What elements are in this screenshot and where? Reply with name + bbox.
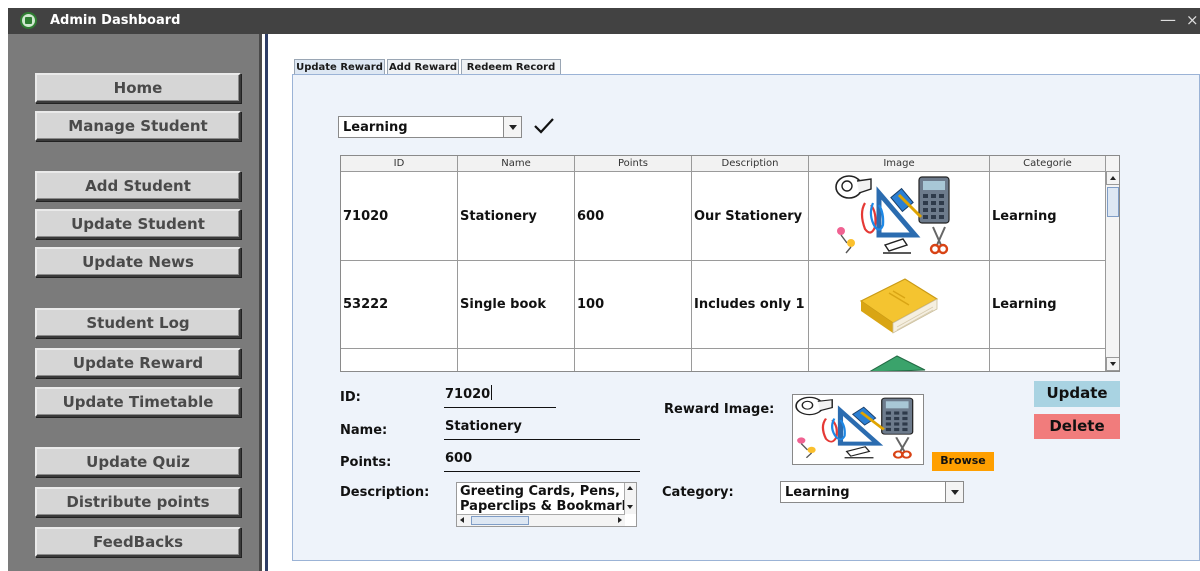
description-label: Description:: [340, 485, 430, 500]
scroll-up-icon[interactable]: [626, 484, 635, 493]
name-label: Name:: [340, 423, 388, 438]
description-line: Paperclips & Bookmarks: [460, 499, 637, 514]
nav-add-student-button[interactable]: Add Student: [35, 171, 241, 201]
reward-image-label: Reward Image:: [664, 402, 775, 417]
chevron-down-icon[interactable]: [945, 482, 963, 502]
scrollbar-thumb[interactable]: [471, 516, 529, 525]
book-image: [860, 278, 938, 334]
title-bar: Admin Dashboard — ×: [8, 8, 1200, 34]
nav-update-reward-button[interactable]: Update Reward: [35, 348, 241, 378]
checkmark-icon[interactable]: [532, 116, 556, 136]
nav-home-button[interactable]: Home: [35, 73, 241, 103]
table-cell-category[interactable]: Learning: [990, 172, 1106, 261]
table-cell-name[interactable]: Stationery: [458, 172, 575, 261]
table-vertical-scrollbar[interactable]: [1105, 156, 1119, 371]
book-image: [869, 355, 926, 371]
tab-redeem-record[interactable]: Redeem Record: [461, 59, 561, 75]
category-dropdown[interactable]: Learning: [780, 481, 964, 503]
nav-student-log-button[interactable]: Student Log: [35, 308, 241, 338]
rewards-table: ID Name Points Description Image Categor…: [340, 155, 1120, 372]
stationery-image: [833, 173, 959, 261]
table-cell-description[interactable]: Includes only 1 ...: [692, 261, 809, 349]
scroll-down-icon[interactable]: [1106, 357, 1119, 371]
column-header-id[interactable]: ID: [341, 156, 458, 172]
nav-update-quiz-button[interactable]: Update Quiz: [35, 447, 241, 477]
id-value: 71020: [445, 387, 491, 402]
description-vertical-scrollbar[interactable]: [624, 483, 636, 514]
table-cell-name[interactable]: [458, 349, 575, 371]
points-label: Points:: [340, 455, 392, 470]
window-title: Admin Dashboard: [50, 13, 181, 28]
column-header-points[interactable]: Points: [575, 156, 692, 172]
update-button[interactable]: Update: [1034, 381, 1120, 407]
category-value: Learning: [785, 485, 850, 500]
points-field[interactable]: 600: [444, 448, 640, 472]
column-header-description[interactable]: Description: [692, 156, 809, 172]
table-cell-id[interactable]: [341, 349, 458, 371]
description-horizontal-scrollbar[interactable]: [457, 514, 625, 526]
tab-update-reward[interactable]: Update Reward: [294, 59, 385, 75]
reward-image-preview: [792, 394, 924, 465]
text-caret: [491, 385, 493, 400]
delete-button[interactable]: Delete: [1034, 414, 1120, 439]
table-cell-category[interactable]: [990, 349, 1106, 371]
table-cell-image[interactable]: [809, 261, 990, 349]
category-label: Category:: [662, 485, 734, 500]
table-cell-id[interactable]: 53222: [341, 261, 458, 349]
scroll-down-icon[interactable]: [626, 503, 635, 512]
description-textarea[interactable]: Greeting Cards, Pens, Pen Paperclips & B…: [456, 482, 637, 527]
category-filter-dropdown[interactable]: Learning: [338, 116, 522, 138]
id-field[interactable]: 71020: [444, 384, 556, 408]
sidebar: Home Manage Student Add Student Update S…: [8, 34, 262, 571]
column-header-category[interactable]: Categorie: [990, 156, 1106, 172]
minimize-icon[interactable]: —: [1158, 8, 1178, 34]
close-icon[interactable]: ×: [1186, 8, 1200, 34]
stationery-image: [793, 395, 923, 464]
name-field[interactable]: Stationery: [444, 416, 640, 440]
scroll-left-icon[interactable]: [458, 516, 467, 525]
table-cell-description[interactable]: [692, 349, 809, 371]
table-cell-points[interactable]: [575, 349, 692, 371]
nav-update-timetable-button[interactable]: Update Timetable: [35, 387, 241, 417]
nav-feedbacks-button[interactable]: FeedBacks: [35, 527, 241, 557]
id-label: ID:: [340, 390, 361, 405]
table-cell-image[interactable]: [809, 349, 990, 371]
chevron-down-icon[interactable]: [503, 117, 521, 137]
app-logo-icon: [20, 12, 37, 29]
column-header-name[interactable]: Name: [458, 156, 575, 172]
browse-button[interactable]: Browse: [932, 452, 994, 471]
table-cell-points[interactable]: 100: [575, 261, 692, 349]
category-filter-value: Learning: [343, 120, 408, 135]
table-cell-points[interactable]: 600: [575, 172, 692, 261]
table-cell-category[interactable]: Learning: [990, 261, 1106, 349]
nav-distribute-points-button[interactable]: Distribute points: [35, 487, 241, 517]
nav-manage-student-button[interactable]: Manage Student: [35, 111, 241, 141]
nav-update-news-button[interactable]: Update News: [35, 247, 241, 277]
table-cell-name[interactable]: Single book: [458, 261, 575, 349]
scroll-right-icon[interactable]: [615, 516, 624, 525]
table-cell-id[interactable]: 71020: [341, 172, 458, 261]
column-header-image[interactable]: Image: [809, 156, 990, 172]
table-cell-description[interactable]: Our Stationery ...: [692, 172, 809, 261]
scroll-up-icon[interactable]: [1106, 171, 1119, 185]
tab-add-reward[interactable]: Add Reward: [387, 59, 459, 75]
table-cell-image[interactable]: [809, 172, 990, 261]
nav-update-student-button[interactable]: Update Student: [35, 209, 241, 239]
scrollbar-thumb[interactable]: [1107, 187, 1119, 217]
description-line: Greeting Cards, Pens, Pen: [460, 484, 637, 499]
